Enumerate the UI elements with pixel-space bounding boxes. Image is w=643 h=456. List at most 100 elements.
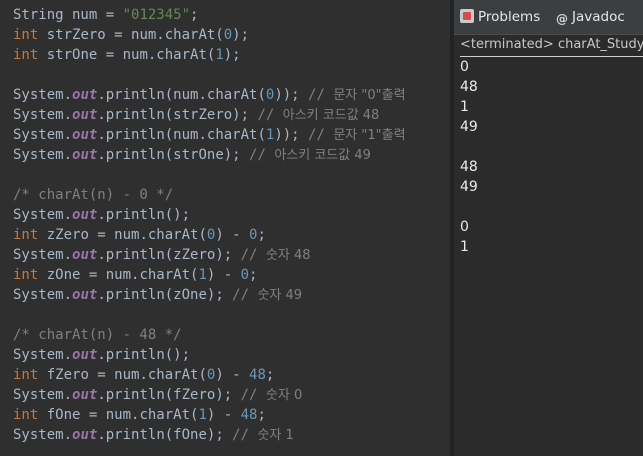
code-token: out — [72, 107, 98, 123]
code-token: out — [72, 427, 98, 443]
problems-icon — [460, 9, 474, 23]
code-token: ; — [249, 267, 258, 283]
console-output-line: 48 — [460, 159, 478, 175]
code-line[interactable]: System.out.println(zOne); // 숫자 49 — [13, 285, 302, 305]
code-token: // — [257, 107, 283, 123]
code-token: String — [13, 7, 64, 23]
code-token: // — [308, 127, 334, 143]
code-token: .println(); — [97, 347, 191, 363]
code-line[interactable]: System.out.println(); — [13, 205, 190, 225]
code-token: // — [249, 147, 275, 163]
code-line[interactable]: int fZero = num.charAt(0) - 48; — [13, 365, 274, 385]
code-token: out — [72, 127, 98, 143]
code-token: 숫자 1 — [257, 428, 294, 443]
code-token: 48 — [249, 367, 266, 383]
code-token: out — [72, 347, 98, 363]
code-line[interactable]: System.out.println(zZero); // 숫자 48 — [13, 245, 311, 265]
code-token: num = — [63, 7, 123, 23]
code-line[interactable]: int zZero = num.charAt(0) - 0; — [13, 225, 266, 245]
code-token: .println(num.charAt( — [97, 87, 266, 103]
code-line[interactable]: /* charAt(n) - 0 */ — [13, 185, 173, 205]
code-editor[interactable]: String num = "012345"; int strZero = num.… — [0, 0, 450, 456]
code-token: fOne = num.charAt( — [38, 407, 199, 423]
code-line[interactable]: System.out.println(fOne); // 숫자 1 — [13, 425, 294, 445]
code-token: ) - — [206, 407, 241, 423]
code-line[interactable]: int strOne = num.charAt(1); — [13, 45, 241, 65]
code-token: out — [72, 387, 98, 403]
code-token: System. — [13, 207, 73, 223]
code-token: System. — [13, 287, 73, 303]
code-token: ); — [232, 27, 250, 43]
console-view: Problems @ Javadoc <terminated> charAt_St… — [454, 0, 643, 456]
code-line[interactable]: int fOne = num.charAt(1) - 48; — [13, 405, 266, 425]
code-token: .println(num.charAt( — [97, 127, 266, 143]
code-line[interactable]: int strZero = num.charAt(0); — [13, 25, 249, 45]
code-token: fZero = num.charAt( — [38, 367, 207, 383]
code-token: 숫자 48 — [265, 248, 311, 263]
console-output-line: 49 — [460, 179, 478, 195]
console-output-line: 1 — [460, 239, 469, 255]
code-line[interactable]: System.out.println(num.charAt(1)); // 문자… — [13, 125, 406, 145]
code-token: 48 — [240, 407, 258, 423]
code-token: 0 — [240, 267, 250, 283]
code-token: System. — [13, 147, 73, 163]
code-token: 1 — [198, 407, 207, 423]
code-line[interactable]: /* charAt(n) - 48 */ — [13, 325, 182, 345]
code-token: .println(zOne); — [97, 287, 233, 303]
code-token: 1 — [198, 267, 207, 283]
code-token: System. — [13, 427, 73, 443]
code-token: .println(strOne); — [97, 147, 250, 163]
code-token: out — [72, 287, 98, 303]
code-token: int — [13, 227, 39, 243]
tab-javadoc[interactable]: @ Javadoc — [556, 7, 625, 27]
code-line[interactable]: System.out.println(strZero); // 아스키 코드값 … — [13, 105, 379, 125]
code-token: int — [13, 27, 39, 43]
code-token: )); — [274, 127, 309, 143]
tab-problems[interactable]: Problems — [460, 7, 540, 27]
code-token: int — [13, 367, 39, 383]
code-token: ; — [257, 407, 266, 423]
code-token: .println(zZero); — [97, 247, 241, 263]
code-token: 1 — [215, 47, 224, 63]
code-token: .println(fOne); — [97, 427, 233, 443]
code-token: ; — [190, 7, 199, 23]
code-token: out — [72, 87, 98, 103]
code-token: strOne = num.charAt( — [38, 47, 216, 63]
code-token: int — [13, 267, 39, 283]
code-token: System. — [13, 247, 73, 263]
code-token: zOne = num.charAt( — [38, 267, 199, 283]
code-line[interactable]: int zOne = num.charAt(1) - 0; — [13, 265, 257, 285]
code-token: .println(strZero); — [97, 107, 258, 123]
code-token: .println(fZero); — [97, 387, 241, 403]
code-token: "012345" — [122, 7, 191, 23]
code-token: .println(); — [97, 207, 191, 223]
code-token: out — [72, 207, 98, 223]
code-token: int — [13, 47, 39, 63]
code-token: out — [72, 247, 98, 263]
code-token: 0 — [223, 27, 233, 43]
code-token: ) - — [206, 267, 241, 283]
console-output-line: 49 — [460, 119, 478, 135]
code-token: System. — [13, 127, 73, 143]
code-token: // — [240, 247, 266, 263]
tab-problems-label: Problems — [478, 9, 541, 25]
code-token: System. — [13, 87, 73, 103]
terminated-label: <terminated> charAt_Study — [460, 34, 643, 57]
console-tab-bar: Problems @ Javadoc — [454, 0, 643, 35]
code-token: ); — [223, 47, 241, 63]
code-line[interactable]: System.out.println(num.charAt(0)); // 문자… — [13, 85, 406, 105]
code-token: 문자 "1"출력 — [333, 128, 406, 143]
code-token: 숫자 0 — [265, 388, 303, 403]
code-token: )); — [274, 87, 309, 103]
code-token: 아스키 코드값 48 — [282, 108, 380, 123]
code-token: // — [232, 287, 258, 303]
code-token: System. — [13, 347, 73, 363]
console-output-line: 48 — [460, 79, 478, 95]
code-line[interactable]: System.out.println(strOne); // 아스키 코드값 4… — [13, 145, 371, 165]
code-token: ) - — [215, 227, 250, 243]
code-token: ; — [265, 367, 275, 383]
code-line[interactable]: System.out.println(fZero); // 숫자 0 — [13, 385, 302, 405]
code-line[interactable]: System.out.println(); — [13, 345, 190, 365]
code-line[interactable]: String num = "012345"; — [13, 5, 198, 25]
code-token: /* charAt(n) - 48 */ — [13, 327, 182, 343]
